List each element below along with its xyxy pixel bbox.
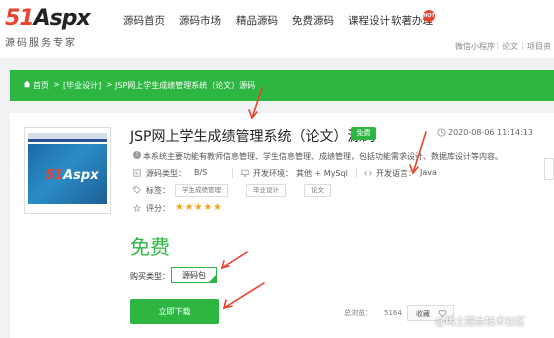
- logo-aspx: Aspx: [33, 6, 91, 31]
- tag-thesis[interactable]: 论文: [304, 184, 331, 197]
- thumbnail-logo: 51Aspx: [45, 168, 99, 183]
- info-icon: !: [133, 151, 141, 159]
- product-title: JSP网上学生成绩管理系统（论文）源码: [130, 129, 376, 145]
- language-icon: [364, 170, 372, 176]
- product-thumbnail[interactable]: 51Aspx: [24, 127, 111, 214]
- tag-graduation-project[interactable]: 毕业设计: [246, 184, 286, 197]
- breadcrumb-home[interactable]: 首页: [33, 80, 49, 91]
- view-count-value: 5164: [384, 309, 402, 317]
- dev-env-value: 其他 + MySql: [296, 169, 348, 178]
- nav-item-source-home[interactable]: 源码首页: [123, 13, 165, 28]
- side-panel-edge: [544, 195, 554, 215]
- rating-stars: ★★★★★: [175, 202, 223, 213]
- home-icon: [23, 80, 31, 88]
- side-panel-edge: [544, 240, 554, 270]
- thumbnail-navbar: [28, 139, 107, 142]
- dev-language-value: Java: [420, 168, 437, 177]
- logo-wordmark: 51Aspx: [5, 6, 91, 32]
- rating-label: 评分：: [146, 204, 170, 213]
- breadcrumb-category-label: 毕业设计: [66, 81, 99, 90]
- sub-link-divider: |: [521, 41, 524, 50]
- nav-item-source-market[interactable]: 源码市场: [179, 13, 221, 28]
- dev-language-label: 开发语言：: [376, 169, 416, 178]
- tag-icon: [133, 186, 141, 194]
- price: 免费: [130, 235, 170, 259]
- source-type-label: 源码类型：: [146, 169, 186, 178]
- tag-student-grade[interactable]: 学生成绩管理: [175, 184, 228, 197]
- favorite-label: 收藏: [416, 310, 430, 318]
- free-badge: 免费: [351, 127, 376, 140]
- sub-link-mini-program[interactable]: 微信小程序: [455, 41, 495, 52]
- nav-item-premium-source[interactable]: 精品源码: [236, 13, 278, 28]
- breadcrumb-separator: >: [53, 80, 60, 89]
- product-description: 本系统主要功能有教师信息管理、学生信息管理、成绩管理，包括功能需求设计、数据库设…: [143, 152, 503, 161]
- site-logo[interactable]: 51Aspx 源码服务专家: [5, 6, 105, 49]
- clock-icon: [437, 128, 446, 137]
- meta-divider: [356, 168, 357, 178]
- monitor-icon: [241, 169, 249, 177]
- meta-divider: [232, 168, 233, 178]
- sub-link-thesis[interactable]: 论文: [502, 41, 518, 52]
- logo-subtitle: 源码服务专家: [5, 38, 77, 49]
- side-panel-edge: [544, 158, 554, 180]
- source-type-value: B/S: [194, 168, 208, 177]
- breadcrumb: 首页 > [毕业设计] > JSP网上学生成绩管理系统（论文）源码: [10, 70, 554, 101]
- view-count-label: 总浏览：: [344, 309, 372, 317]
- nav-item-free-source[interactable]: 免费源码: [292, 13, 334, 28]
- breadcrumb-category[interactable]: [毕业设计]: [63, 80, 101, 91]
- tags-label: 标签：: [146, 186, 170, 195]
- dev-env-label: 开发环境：: [253, 169, 293, 178]
- nav-item-course-design[interactable]: 课程设计: [348, 13, 390, 28]
- breadcrumb-separator: >: [106, 80, 113, 89]
- publish-date: 2020-08-06 11:14:13: [448, 128, 533, 137]
- sub-link-projects[interactable]: 项目资: [527, 41, 551, 52]
- watermark: @稀土掘金技术社区: [435, 317, 525, 328]
- thumbnail-logo-aspx: Aspx: [63, 168, 99, 183]
- breadcrumb-current: JSP网上学生成绩管理系统（论文）源码: [115, 81, 256, 90]
- hot-badge: HOT: [423, 10, 435, 22]
- star-icon: [133, 204, 141, 212]
- buy-type-label: 购买类型：: [130, 272, 170, 281]
- code-icon: [133, 169, 141, 177]
- sub-link-divider: |: [496, 41, 499, 50]
- selected-check-icon: [209, 275, 216, 282]
- thumbnail-logo-51: 51: [45, 168, 64, 183]
- buy-type-option-label: 源码包: [182, 271, 206, 280]
- top-header: 51Aspx 源码服务专家 源码首页 源码市场 精品源码 免费源码 课程设计 软…: [0, 0, 554, 58]
- logo-51: 51: [5, 6, 35, 31]
- view-count: 总浏览： 5164: [344, 308, 402, 318]
- buy-type-option-source-package[interactable]: 源码包: [171, 267, 217, 283]
- download-button[interactable]: 立即下载: [130, 299, 219, 324]
